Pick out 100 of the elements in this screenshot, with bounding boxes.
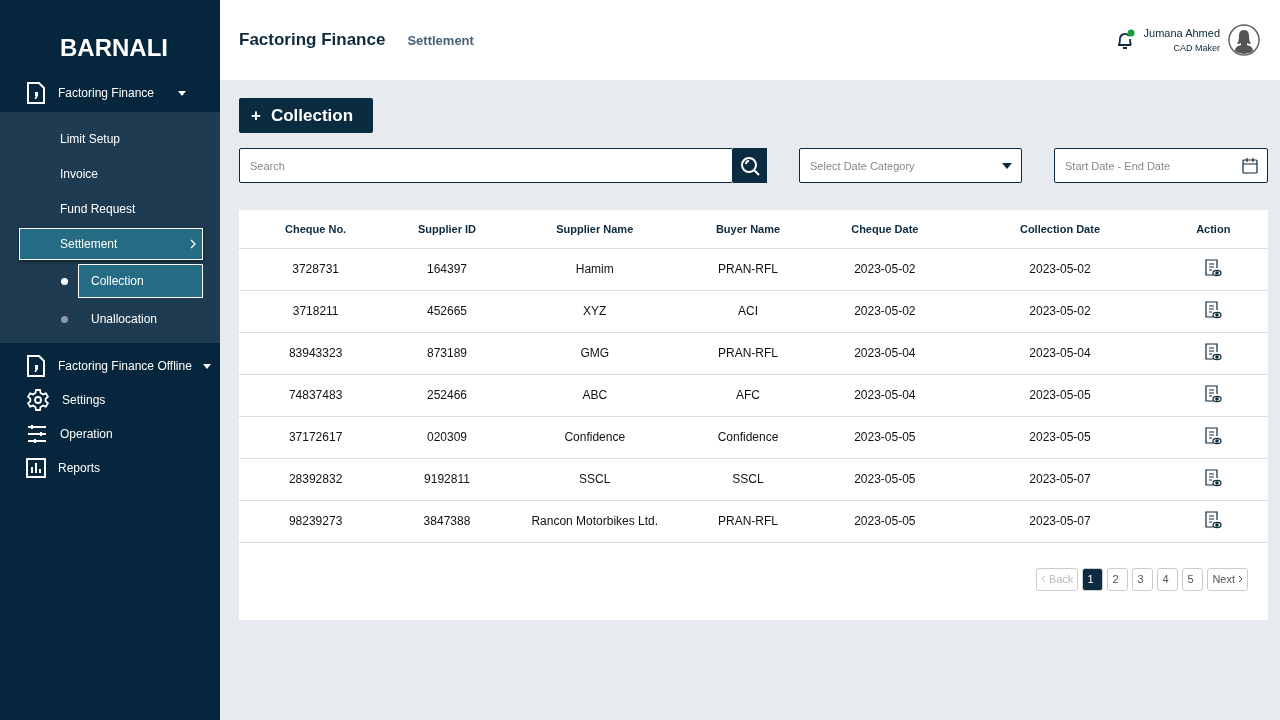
date-category-dropdown[interactable]: Select Date Category — [799, 148, 1022, 183]
chevron-left-icon — [1040, 575, 1046, 583]
table-cell: 2023-05-02 — [808, 248, 962, 290]
table-cell: 98239273 — [239, 500, 393, 542]
table-cell: SSCL — [501, 458, 688, 500]
bar-chart-icon — [26, 458, 46, 478]
submenu-item[interactable]: Invoice — [19, 158, 203, 190]
chevron-right-icon — [1238, 575, 1243, 583]
date-range-field[interactable]: Start Date - End Date — [1054, 148, 1268, 183]
view-document-icon[interactable] — [1204, 468, 1223, 487]
submenu-item[interactable]: Limit Setup — [19, 123, 203, 155]
search-icon — [740, 155, 760, 176]
view-document-icon[interactable] — [1204, 510, 1223, 529]
table-cell: 9192811 — [392, 458, 502, 500]
document-icon — [26, 82, 46, 104]
table-cell: 2023-05-04 — [808, 332, 962, 374]
column-header: Collection Date — [961, 210, 1159, 248]
table-cell: Confidence — [687, 416, 809, 458]
view-document-icon[interactable] — [1204, 342, 1223, 361]
search-field[interactable]: Search — [239, 148, 733, 183]
submenu-item[interactable]: Unallocation — [78, 302, 203, 336]
view-document-icon[interactable] — [1204, 258, 1223, 277]
table-cell: 164397 — [392, 248, 502, 290]
table-cell: 2023-05-05 — [808, 416, 962, 458]
table-cell: 2023-05-07 — [961, 500, 1159, 542]
table-cell: 452665 — [392, 290, 502, 332]
table-cell: Confidence — [501, 416, 688, 458]
view-document-icon[interactable] — [1204, 384, 1223, 403]
page-button[interactable]: 2 — [1107, 567, 1129, 591]
table-cell: GMG — [501, 332, 688, 374]
calendar-icon — [1242, 157, 1258, 174]
column-header: Buyer Name — [687, 210, 809, 248]
submenu-item[interactable]: Collection — [78, 264, 203, 298]
table-cell: ACI — [687, 290, 809, 332]
table-cell: 3847388 — [392, 500, 502, 542]
user-role: CAD Maker — [1173, 43, 1220, 53]
table-cell: 2023-05-02 — [961, 290, 1159, 332]
table-cell: 3718211 — [239, 290, 393, 332]
sidebar-item[interactable]: Factoring Finance — [0, 74, 220, 112]
table-cell: 020309 — [392, 416, 502, 458]
submenu-item[interactable]: Settlement — [19, 228, 203, 260]
document-icon — [26, 355, 46, 377]
table-cell: 873189 — [392, 332, 502, 374]
brand-logo: BARNALI — [59, 33, 169, 63]
sidebar-label: Factoring Finance Offline — [58, 359, 191, 373]
table-cell: PRAN-RFL — [687, 248, 809, 290]
table-cell: PRAN-RFL — [687, 332, 809, 374]
table-cell: AFC — [687, 374, 809, 416]
table-cell: 2023-05-05 — [808, 458, 962, 500]
table-cell: 3728731 — [239, 248, 393, 290]
chevron-right-icon — [190, 239, 196, 249]
table-cell: 2023-05-02 — [961, 248, 1159, 290]
view-document-icon[interactable] — [1204, 300, 1223, 319]
table-cell: 28392832 — [239, 458, 393, 500]
sidebar-label: Factoring Finance — [58, 86, 156, 100]
user-name: Jumana Ahmed — [1143, 27, 1220, 39]
page-button[interactable]: 4 — [1157, 567, 1179, 591]
sidebar-item[interactable]: Reports — [0, 451, 220, 485]
sidebar-item[interactable]: Operation — [0, 417, 220, 451]
sidebar-label: Operation — [60, 427, 114, 441]
settings-icon — [26, 388, 50, 412]
sliders-icon — [26, 424, 48, 444]
submenu-item[interactable]: Fund Request — [19, 193, 203, 225]
table-cell: 83943323 — [239, 332, 393, 374]
sidebar-label: Settings — [62, 393, 107, 407]
table-cell: 2023-05-04 — [961, 332, 1159, 374]
view-document-icon[interactable] — [1204, 426, 1223, 445]
breadcrumb: Settlement — [407, 32, 474, 48]
table-cell: PRAN-RFL — [687, 500, 809, 542]
table-cell: SSCL — [687, 458, 809, 500]
page-button[interactable]: 1 — [1082, 567, 1104, 591]
column-header: Cheque No. — [239, 210, 393, 248]
column-header: Cheque Date — [808, 210, 962, 248]
search-button[interactable] — [733, 148, 767, 183]
table-cell: Hamim — [501, 248, 688, 290]
table-cell: 252466 — [392, 374, 502, 416]
caret-down-icon — [203, 363, 211, 369]
table-cell: 37172617 — [239, 416, 393, 458]
add-collection-button[interactable]: + Collection — [239, 98, 374, 133]
table-cell: 2023-05-05 — [808, 500, 962, 542]
table-cell: 2023-05-07 — [961, 458, 1159, 500]
table-cell: XYZ — [501, 290, 688, 332]
table-cell: 2023-05-05 — [961, 416, 1159, 458]
sidebar-item[interactable]: Settings — [0, 383, 220, 417]
table-cell: 2023-05-05 — [961, 374, 1159, 416]
avatar-silhouette[interactable] — [1228, 24, 1260, 56]
page-button[interactable]: 5 — [1182, 567, 1204, 591]
sidebar-item[interactable]: Factoring Finance Offline — [0, 349, 220, 383]
column-header: Action — [1158, 210, 1268, 248]
caret-down-icon — [178, 90, 186, 96]
table-cell: 2023-05-02 — [808, 290, 962, 332]
column-header: Supplier ID — [392, 210, 502, 248]
column-header: Supplier Name — [501, 210, 688, 248]
table-cell: ABC — [501, 374, 688, 416]
table-cell: 2023-05-04 — [808, 374, 962, 416]
sidebar-label: Reports — [58, 461, 102, 475]
page-button[interactable]: 3 — [1132, 567, 1154, 591]
table-cell: Rancon Motorbikes Ltd. — [501, 500, 688, 542]
table-cell: 74837483 — [239, 374, 393, 416]
next-button[interactable]: Next — [1207, 567, 1248, 591]
